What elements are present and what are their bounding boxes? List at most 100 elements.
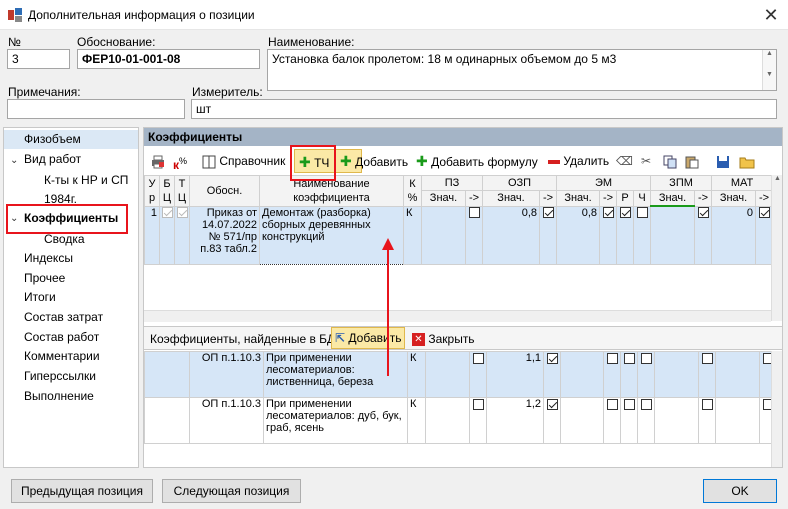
num-field[interactable]: 3 xyxy=(7,49,70,69)
row-mat-check[interactable] xyxy=(755,205,774,265)
coefficients-panel: Коэффициенты к% Справочник ✚ ТЧ ✚ Добави… xyxy=(143,127,783,468)
ok-button[interactable]: OK xyxy=(703,479,777,503)
row-mat-val[interactable]: 0 xyxy=(711,205,757,265)
table-scrollbar[interactable]: ▲ xyxy=(771,175,782,321)
found-table: ОП п.1.10.3 При применении лесоматериало… xyxy=(144,351,777,444)
name-field[interactable]: Установка балок пролетом: 18 м одинарных… xyxy=(267,49,777,91)
found-close-button[interactable]: ✕ Закрыть xyxy=(412,327,475,351)
notes-field[interactable] xyxy=(7,99,185,119)
table-row[interactable]: ОП п.1.10.3 При применении лесоматериало… xyxy=(144,351,777,398)
col-ch[interactable]: Ч xyxy=(633,190,652,207)
col-tc[interactable]: ТЦ xyxy=(174,175,190,207)
col-val[interactable]: Знач. xyxy=(421,190,466,207)
basis-label: Обоснование: xyxy=(77,35,156,49)
nav-item-totals[interactable]: Итоги xyxy=(24,288,56,307)
printer-icon[interactable] xyxy=(150,149,166,173)
add-arrow-icon: ⇱ xyxy=(335,331,346,345)
found-row-ozp-val: 1,1 xyxy=(486,351,544,398)
col-arrow[interactable]: -> xyxy=(538,190,558,207)
folder-icon[interactable] xyxy=(739,149,755,173)
col-bc[interactable]: БЦ xyxy=(159,175,175,207)
plus-icon: ✚ xyxy=(416,153,428,169)
notes-label: Примечания: xyxy=(8,85,81,99)
col-val[interactable]: Знач. xyxy=(482,190,540,207)
nav-item-hyperlinks[interactable]: Гиперссылки xyxy=(24,367,96,386)
highlight-coefficients xyxy=(6,204,128,234)
col-basis[interactable]: Обосн. xyxy=(189,175,260,207)
row-em-check[interactable] xyxy=(599,205,618,265)
save-icon[interactable] xyxy=(716,149,730,173)
coefficients-table: Ур БЦ ТЦ Обосн. Наименование коэффициента… xyxy=(144,175,774,265)
col-ozp[interactable]: ОЗП xyxy=(481,175,558,191)
num-label: № xyxy=(8,35,21,49)
unit-label: Измеритель: xyxy=(192,85,263,99)
found-row-k: К xyxy=(407,351,426,398)
col-arrow[interactable]: -> xyxy=(694,190,713,207)
col-zpm[interactable]: ЗПМ xyxy=(650,175,713,191)
close-icon: ✕ xyxy=(412,333,425,347)
k-percent-button[interactable]: к% xyxy=(173,149,187,173)
nav-item-execution[interactable]: Выполнение xyxy=(24,387,94,406)
table-hscrollbar[interactable] xyxy=(144,310,771,322)
row-bc[interactable] xyxy=(159,205,175,265)
row-ch-check[interactable] xyxy=(633,205,652,265)
found-scrollbar[interactable] xyxy=(771,351,782,467)
nav-item-comments[interactable]: Комментарии xyxy=(24,347,100,366)
table-row[interactable]: ОП п.1.10.3 При применении лесоматериало… xyxy=(144,397,777,444)
col-arrow[interactable]: -> xyxy=(465,190,483,207)
reference-button[interactable]: Справочник xyxy=(202,149,285,173)
name-text: Установка балок пролетом: 18 м одинарных… xyxy=(272,52,617,66)
delete-label: Удалить xyxy=(563,154,610,168)
table-row[interactable]: 1 Приказ от 14.07.2022 № 571/пр п.83 табл.2… xyxy=(144,205,774,265)
nav-item-work-type[interactable]: Вид работ xyxy=(24,150,81,169)
name-scrollbar[interactable]: ▲ ▼ xyxy=(762,50,776,90)
add-button[interactable]: ✚ Добавить xyxy=(340,149,408,173)
col-r[interactable]: Р xyxy=(616,190,635,207)
row-pz-val[interactable] xyxy=(421,205,466,265)
row-ozp-val[interactable]: 0,8 xyxy=(482,205,540,265)
row-r-check[interactable] xyxy=(616,205,635,265)
col-ur[interactable]: Ур xyxy=(144,175,160,207)
col-val[interactable]: Знач. xyxy=(650,190,696,207)
cut-icon[interactable]: ✂ xyxy=(641,149,651,173)
delete-button[interactable]: Удалить xyxy=(548,149,609,173)
book-icon xyxy=(202,155,216,169)
eraser-icon[interactable]: ⌫ xyxy=(616,149,633,173)
panel-title: Коэффициенты xyxy=(144,128,782,146)
highlight-tc-button xyxy=(290,145,336,181)
col-arrow[interactable]: -> xyxy=(755,190,774,207)
nav-item-nr-sp[interactable]: К-ты к НР и СП xyxy=(44,171,128,190)
found-row-pad xyxy=(144,351,190,398)
chevron-down-icon[interactable]: ⌄ xyxy=(10,155,18,166)
close-icon[interactable]: ✕ xyxy=(760,4,782,26)
nav-item-other[interactable]: Прочее xyxy=(24,269,65,288)
prev-position-button[interactable]: Предыдущая позиция xyxy=(11,479,153,503)
row-em-val[interactable]: 0,8 xyxy=(556,205,601,265)
col-val[interactable]: Знач. xyxy=(711,190,757,207)
copy-icon[interactable] xyxy=(663,149,677,173)
unit-field[interactable]: шт xyxy=(191,99,777,119)
row-pz-check[interactable] xyxy=(465,205,483,265)
next-position-button[interactable]: Следующая позиция xyxy=(162,479,301,503)
row-k: К xyxy=(403,205,422,265)
found-row-basis: ОП п.1.10.3 xyxy=(189,351,264,398)
nav-item-cost-composition[interactable]: Состав затрат xyxy=(24,308,103,327)
row-ur: 1 xyxy=(144,205,160,265)
row-tc[interactable] xyxy=(174,205,190,265)
add-formula-button[interactable]: ✚ Добавить формулу xyxy=(416,149,538,173)
col-pz[interactable]: ПЗ xyxy=(421,175,483,191)
row-zpm-check[interactable] xyxy=(694,205,713,265)
paste-icon[interactable] xyxy=(685,149,699,173)
col-arrow[interactable]: -> xyxy=(599,190,618,207)
found-row-pad xyxy=(144,397,190,444)
basis-field[interactable]: ФЕР10-01-001-08 xyxy=(77,49,260,69)
nav-item-physvol[interactable]: Физобъем xyxy=(4,130,138,149)
col-em[interactable]: ЭМ xyxy=(556,175,652,191)
nav-item-work-composition[interactable]: Состав работ xyxy=(24,328,99,347)
row-ozp-check[interactable] xyxy=(538,205,558,265)
col-kp[interactable]: К% xyxy=(403,175,422,207)
col-mat[interactable]: МАТ xyxy=(711,175,774,191)
nav-item-indexes[interactable]: Индексы xyxy=(24,249,73,268)
row-zpm-val[interactable] xyxy=(650,205,696,265)
col-val[interactable]: Знач. xyxy=(556,190,601,207)
